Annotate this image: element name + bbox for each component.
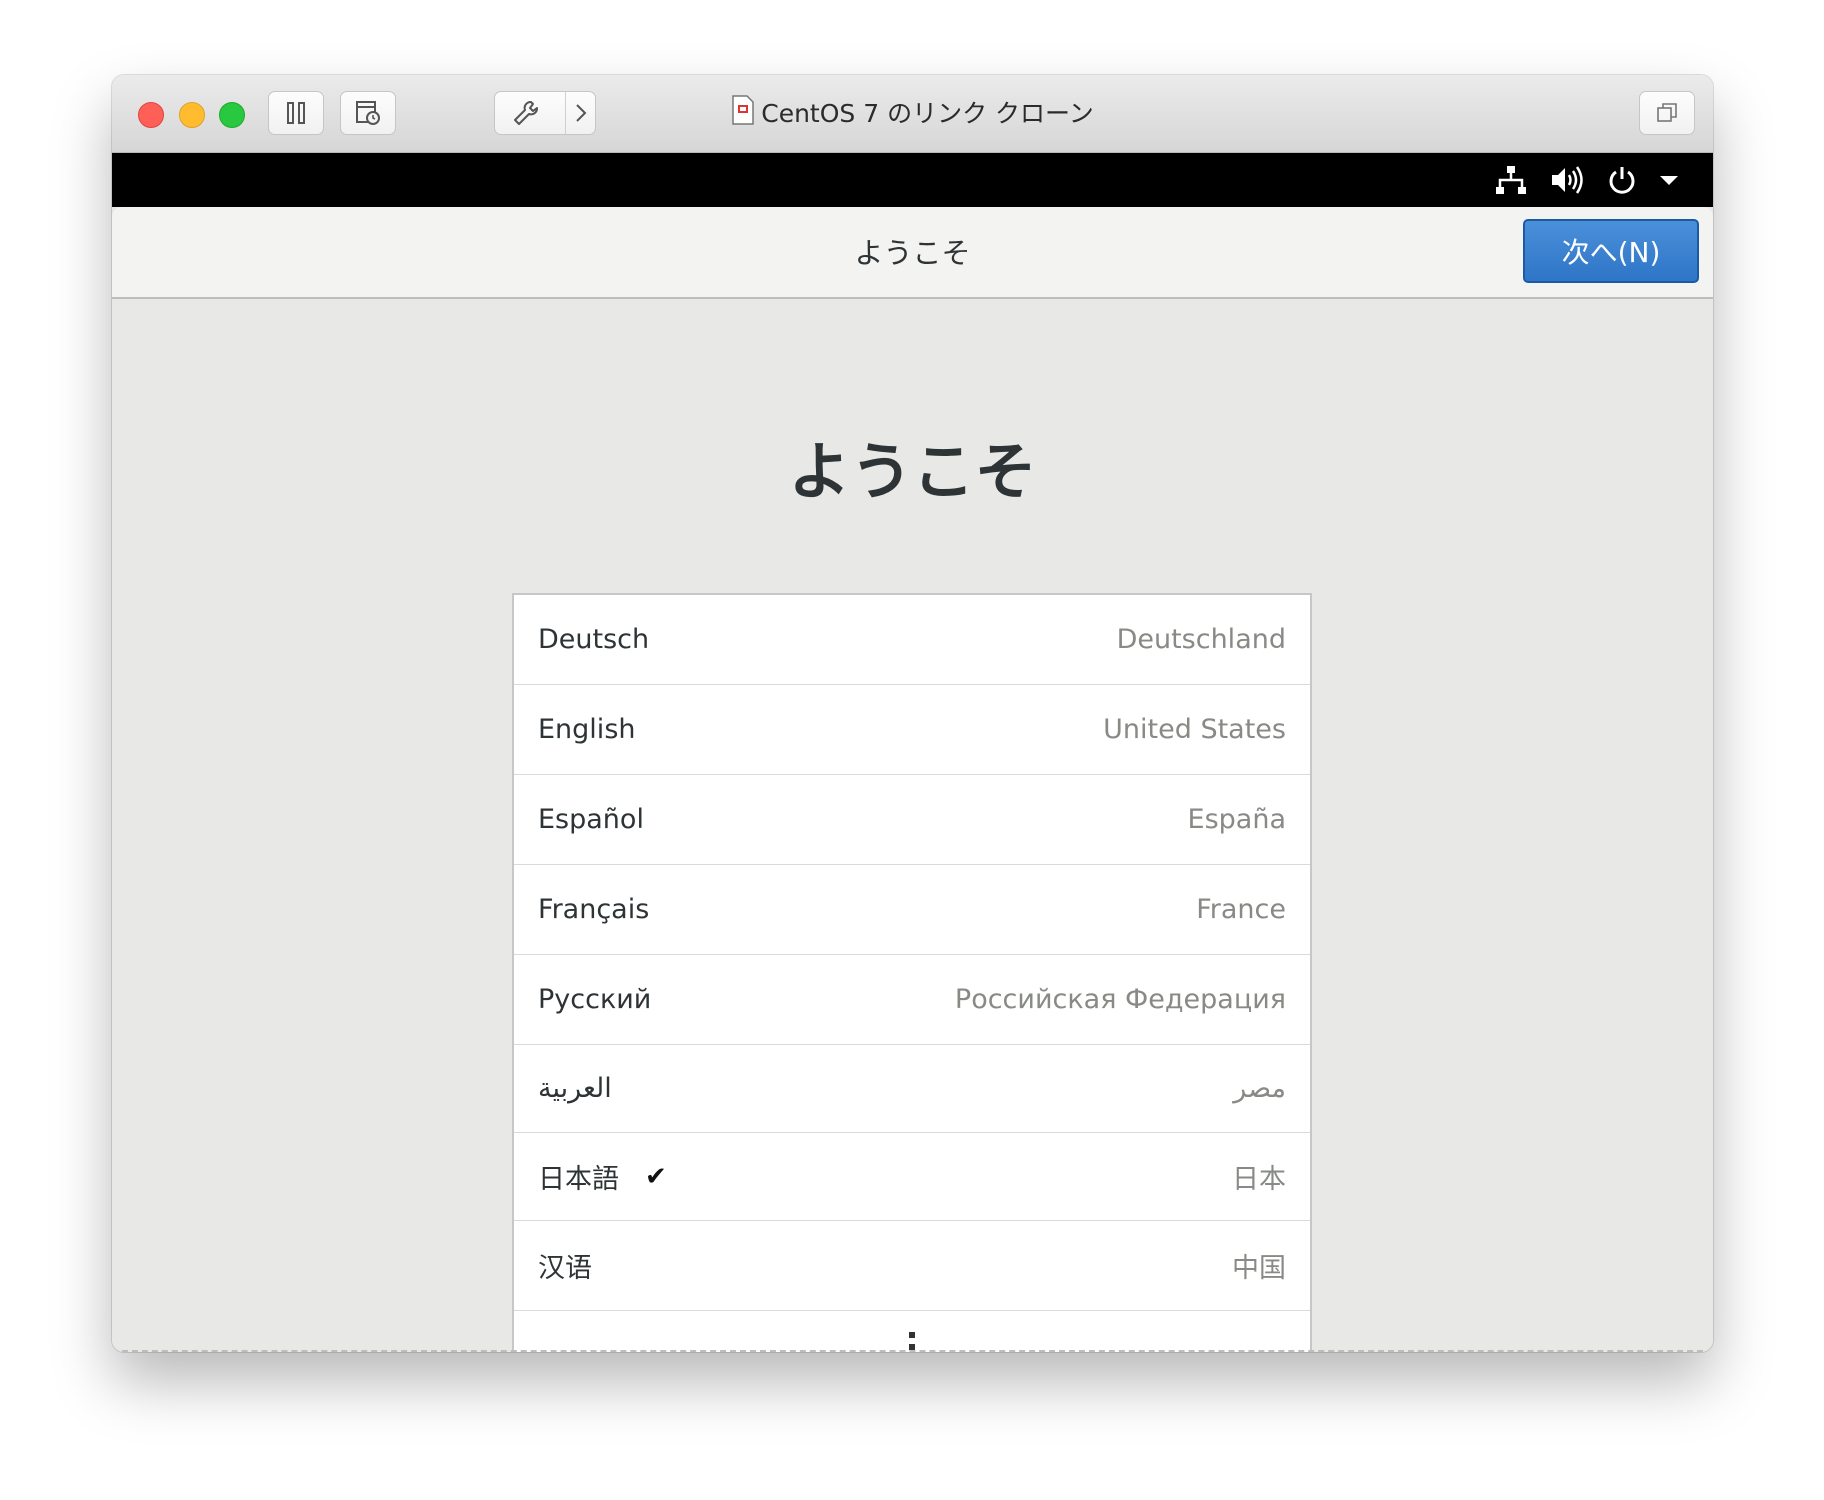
volume-icon[interactable] (1550, 163, 1584, 197)
pause-button[interactable] (268, 91, 324, 135)
language-row[interactable]: Français France (514, 865, 1310, 955)
pause-icon (285, 101, 307, 125)
vm-window: CentOS 7 のリンク クローン ようこそ 次へ(N) ようこそ Deuts… (112, 75, 1713, 1352)
language-row[interactable]: Русский Российская Федерация (514, 955, 1310, 1045)
more-languages-button[interactable] (514, 1309, 1310, 1352)
title-bar: CentOS 7 のリンク クローン (112, 75, 1713, 153)
guest-top-bar (112, 153, 1713, 207)
language-region: 中国 (1232, 1253, 1286, 1284)
language-row[interactable]: 汉语 中国 (514, 1221, 1310, 1311)
language-region: France (1196, 894, 1286, 925)
minimize-button[interactable] (179, 102, 205, 128)
language-list: Deutsch Deutschland English United State… (512, 593, 1312, 1352)
language-name: 日本語 ✔ (538, 1157, 667, 1196)
wrench-icon (511, 98, 541, 128)
welcome-heading: ようこそ (788, 435, 1037, 508)
language-row-selected[interactable]: 日本語 ✔ 日本 (514, 1133, 1310, 1221)
power-icon[interactable] (1605, 163, 1639, 197)
header-title: ようこそ (854, 236, 971, 270)
close-button[interactable] (138, 102, 164, 128)
language-region: مصر (1233, 1073, 1286, 1104)
language-name: Español (538, 804, 644, 835)
installer-header: ようこそ 次へ(N) (112, 207, 1713, 299)
language-name-text: 日本語 (538, 1164, 619, 1195)
window-bottom-edge (112, 1350, 1713, 1352)
language-row[interactable]: العربية مصر (514, 1045, 1310, 1133)
snapshot-button[interactable] (340, 91, 396, 135)
language-row[interactable]: English United States (514, 685, 1310, 775)
checkmark-icon: ✔ (645, 1161, 667, 1192)
dropdown-arrow-icon[interactable] (1652, 163, 1686, 197)
language-name: Русский (538, 984, 652, 1015)
language-name: English (538, 714, 636, 745)
language-region: Deutschland (1116, 624, 1286, 655)
vm-document-icon (731, 95, 755, 135)
language-row[interactable]: Español España (514, 775, 1310, 865)
language-name: 汉语 (538, 1253, 592, 1284)
language-name: Deutsch (538, 624, 650, 655)
network-icon[interactable] (1494, 163, 1528, 197)
chevron-right-icon[interactable] (573, 102, 589, 124)
snapshot-icon (354, 99, 382, 127)
zoom-button[interactable] (219, 102, 245, 128)
vertical-ellipsis-icon (907, 1330, 917, 1353)
language-region: Российская Федерация (954, 984, 1286, 1015)
window-title-text: CentOS 7 のリンク クローン (761, 99, 1094, 128)
language-name: العربية (538, 1073, 612, 1104)
restore-window-icon (1655, 101, 1679, 125)
settings-button[interactable] (494, 91, 596, 135)
language-region: 日本 (1232, 1164, 1286, 1195)
language-region: España (1187, 804, 1286, 835)
next-button[interactable]: 次へ(N) (1523, 219, 1699, 283)
desktop: CentOS 7 のリンク クローン ようこそ 次へ(N) ようこそ Deuts… (0, 0, 1824, 1500)
language-name: Français (538, 894, 650, 925)
restore-window-button[interactable] (1639, 91, 1695, 135)
language-row[interactable]: Deutsch Deutschland (514, 595, 1310, 685)
installer-window: ようこそ 次へ(N) ようこそ Deutsch Deutschland Engl… (112, 207, 1713, 1352)
language-region: United States (1103, 714, 1286, 745)
